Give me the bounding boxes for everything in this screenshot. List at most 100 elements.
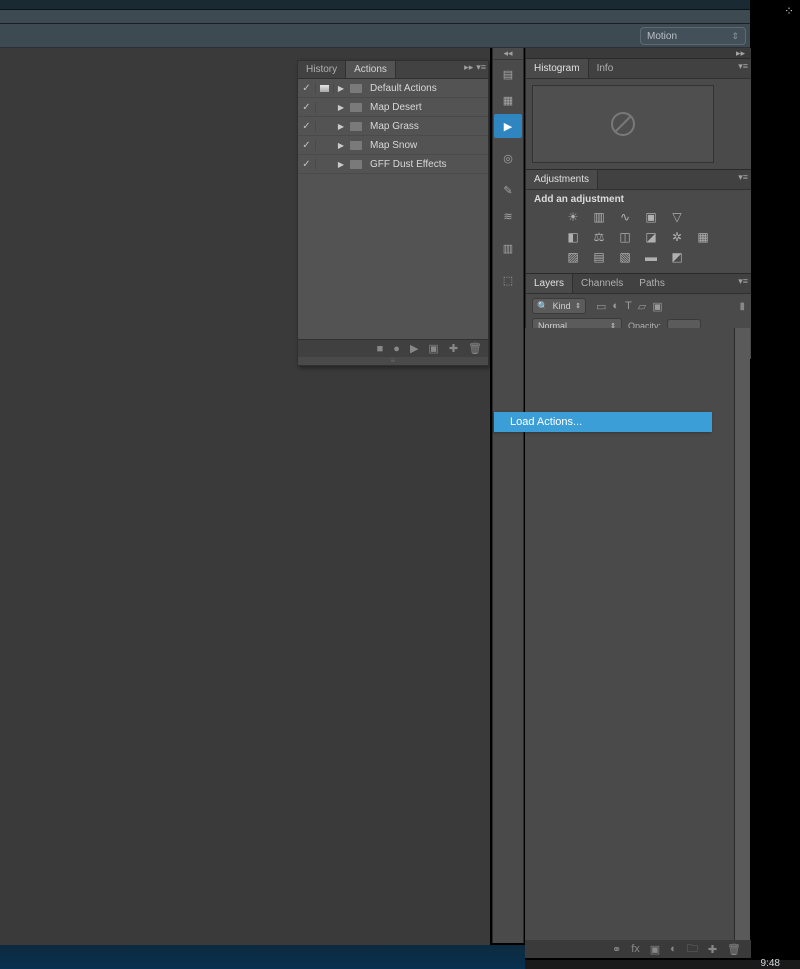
action-set-row[interactable]: ✓ ▶ Map Desert bbox=[298, 98, 488, 117]
no-data-icon bbox=[608, 109, 638, 139]
layer-filter-kind-label: Kind bbox=[553, 301, 571, 311]
bw-icon[interactable]: ◫ bbox=[616, 229, 634, 245]
panel-icon[interactable]: ⬚ bbox=[494, 268, 522, 292]
action-set-row[interactable]: ✓ ▶ Default Actions bbox=[298, 79, 488, 98]
action-set-name: Map Grass bbox=[364, 121, 488, 132]
selective-color-icon[interactable]: ◩ bbox=[668, 249, 686, 265]
play-icon[interactable]: ▶ bbox=[410, 342, 418, 355]
filter-toggle-icon[interactable]: ▮ bbox=[739, 301, 745, 312]
filter-smart-icon[interactable]: ▣ bbox=[652, 300, 662, 313]
action-set-row[interactable]: ✓ ▶ Map Grass bbox=[298, 117, 488, 136]
action-enabled-check-icon[interactable]: ✓ bbox=[298, 102, 316, 113]
new-group-icon[interactable]: 🗀 bbox=[687, 940, 698, 959]
expand-icon[interactable]: ▶ bbox=[334, 141, 348, 150]
posterize-icon[interactable]: ▤ bbox=[590, 249, 608, 265]
layers-panel-footer: ⚭ fx ▣ ◐ 🗀 ✚ 🗑 bbox=[525, 940, 751, 958]
os-taskbar-right: 9:48 bbox=[525, 960, 800, 969]
delete-icon[interactable]: 🗑 bbox=[468, 342, 482, 355]
delete-layer-icon[interactable]: 🗑 bbox=[727, 943, 741, 956]
panel-menu-icon[interactable]: ▾≡ bbox=[738, 61, 748, 72]
action-enabled-check-icon[interactable]: ✓ bbox=[298, 159, 316, 170]
photo-filter-icon[interactable]: ◪ bbox=[642, 229, 660, 245]
tab-channels[interactable]: Channels bbox=[573, 274, 631, 293]
collapse-panels-icon[interactable]: ▸▸ bbox=[526, 48, 751, 59]
layer-filter-kind-dropdown[interactable]: 🔍 Kind ⇕ bbox=[532, 298, 586, 314]
folder-icon bbox=[348, 122, 364, 131]
workspace-bar: Motion ⇕ bbox=[0, 24, 750, 48]
invert-icon[interactable]: ▨ bbox=[564, 249, 582, 265]
brightness-icon[interactable]: ☀ bbox=[564, 209, 582, 225]
filter-pixel-icon[interactable]: ▭ bbox=[596, 300, 606, 313]
workspace-dropdown[interactable]: Motion ⇕ bbox=[640, 27, 746, 45]
action-dialog-toggle[interactable] bbox=[316, 84, 334, 93]
vibrance-icon[interactable]: ▽ bbox=[668, 209, 686, 225]
histogram-display bbox=[532, 85, 714, 163]
color-lookup-icon[interactable]: ▦ bbox=[694, 229, 712, 245]
action-enabled-check-icon[interactable]: ✓ bbox=[298, 121, 316, 132]
layers-scrollbar[interactable] bbox=[735, 328, 750, 940]
threshold-icon[interactable]: ▧ bbox=[616, 249, 634, 265]
menu-item-load-actions[interactable]: Load Actions... bbox=[494, 412, 712, 432]
panel-icon[interactable]: ≋ bbox=[494, 204, 522, 228]
levels-icon[interactable]: ▥ bbox=[590, 209, 608, 225]
folder-icon bbox=[348, 84, 364, 93]
layer-style-icon[interactable]: fx bbox=[631, 943, 640, 955]
exposure-icon[interactable]: ▣ bbox=[642, 209, 660, 225]
panel-menu-icon[interactable]: ▾≡ bbox=[738, 276, 748, 287]
panel-resize-grip[interactable] bbox=[298, 357, 488, 365]
panel-icon[interactable]: ▶ bbox=[494, 114, 522, 138]
expand-icon[interactable]: ▶ bbox=[334, 122, 348, 131]
panel-icon[interactable]: ▦ bbox=[494, 88, 522, 112]
collapse-arrow-icon[interactable]: ◂◂ bbox=[493, 48, 523, 60]
action-enabled-check-icon[interactable]: ✓ bbox=[298, 83, 316, 94]
histogram-panel-tabs: Histogram Info ▾≡ bbox=[526, 59, 751, 79]
new-set-icon[interactable]: ▣ bbox=[428, 342, 438, 355]
app-outer-black-area: ⁘ bbox=[750, 0, 800, 969]
menu-item-label: Load Actions... bbox=[510, 416, 582, 428]
link-layers-icon[interactable]: ⚭ bbox=[612, 943, 621, 956]
add-adjustment-label: Add an adjustment bbox=[534, 194, 743, 205]
fullscreen-toggle-icon[interactable]: ⁘ bbox=[782, 4, 796, 18]
channel-mixer-icon[interactable]: ✲ bbox=[668, 229, 686, 245]
panel-icon[interactable]: ▥ bbox=[494, 236, 522, 260]
adjustments-panel: Adjustments ▾≡ Add an adjustment ☀ ▥ ∿ ▣… bbox=[526, 170, 751, 274]
action-set-name: GFF Dust Effects bbox=[364, 159, 488, 170]
filter-type-icon[interactable]: T bbox=[625, 300, 632, 313]
panel-menu-icon[interactable]: ▾≡ bbox=[738, 172, 748, 183]
actions-panel-menu-icon[interactable]: ▾≡ bbox=[476, 62, 486, 73]
curves-icon[interactable]: ∿ bbox=[616, 209, 634, 225]
action-enabled-check-icon[interactable]: ✓ bbox=[298, 140, 316, 151]
histogram-panel: Histogram Info ▾≡ bbox=[526, 59, 751, 170]
tab-actions[interactable]: Actions bbox=[345, 61, 396, 78]
expand-icon[interactable]: ▶ bbox=[334, 84, 348, 93]
filter-adjustment-icon[interactable]: ◐ bbox=[612, 300, 619, 313]
action-set-row[interactable]: ✓ ▶ GFF Dust Effects bbox=[298, 155, 488, 174]
action-set-row[interactable]: ✓ ▶ Map Snow bbox=[298, 136, 488, 155]
expand-icon[interactable]: ▶ bbox=[334, 160, 348, 169]
tab-layers[interactable]: Layers bbox=[526, 274, 573, 293]
gradient-map-icon[interactable]: ▬ bbox=[642, 249, 660, 265]
folder-icon bbox=[348, 160, 364, 169]
layer-mask-icon[interactable]: ▣ bbox=[650, 943, 660, 956]
actions-list: ✓ ▶ Default Actions ✓ ▶ Map Desert ✓ ▶ M… bbox=[298, 79, 488, 339]
stop-icon[interactable]: ■ bbox=[377, 343, 384, 355]
new-layer-icon[interactable]: ✚ bbox=[708, 943, 717, 956]
tab-info[interactable]: Info bbox=[589, 59, 622, 78]
actions-expand-icon[interactable]: ▸▸ bbox=[464, 62, 473, 73]
hue-sat-icon[interactable]: ◧ bbox=[564, 229, 582, 245]
tab-history[interactable]: History bbox=[298, 61, 345, 78]
record-icon[interactable]: ● bbox=[393, 343, 400, 355]
os-taskbar[interactable] bbox=[0, 945, 525, 969]
dialog-icon bbox=[319, 84, 330, 93]
panel-icon[interactable]: ◎ bbox=[494, 146, 522, 170]
tab-histogram[interactable]: Histogram bbox=[526, 59, 589, 78]
tab-adjustments[interactable]: Adjustments bbox=[526, 170, 598, 189]
filter-shape-icon[interactable]: ▱ bbox=[638, 300, 646, 313]
expand-icon[interactable]: ▶ bbox=[334, 103, 348, 112]
new-fill-adjust-icon[interactable]: ◐ bbox=[670, 943, 677, 955]
new-action-icon[interactable]: ✚ bbox=[449, 342, 458, 355]
panel-icon[interactable]: ✎ bbox=[494, 178, 522, 202]
color-balance-icon[interactable]: ⚖ bbox=[590, 229, 608, 245]
panel-icon[interactable]: ▤ bbox=[494, 62, 522, 86]
tab-paths[interactable]: Paths bbox=[631, 274, 673, 293]
